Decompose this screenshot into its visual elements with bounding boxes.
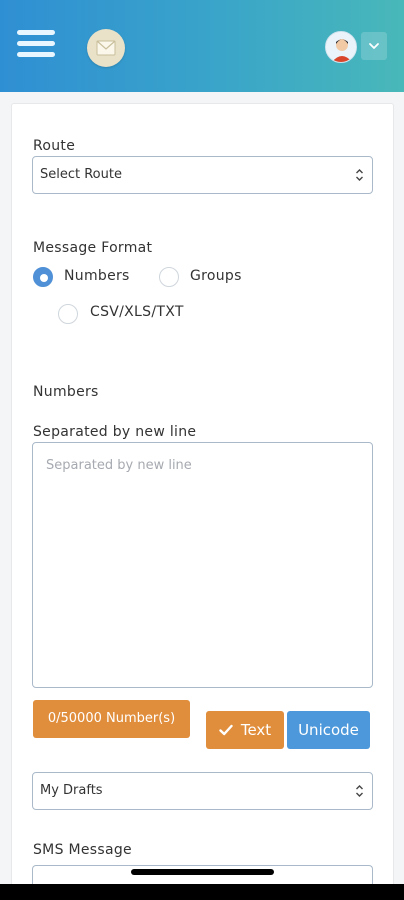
radio-numbers-label[interactable]: Numbers: [64, 268, 130, 284]
route-label: Route: [33, 138, 76, 154]
hamburger-menu-icon[interactable]: [17, 30, 55, 66]
numbers-textarea[interactable]: Separated by new line: [32, 442, 373, 688]
select-arrows-icon: [356, 169, 363, 181]
envelope-icon: [87, 29, 125, 67]
number-count-badge: 0/50000 Number(s): [33, 700, 190, 738]
route-select[interactable]: Select Route: [32, 156, 373, 194]
message-format-label: Message Format: [33, 240, 153, 256]
check-icon: [219, 724, 233, 736]
account-dropdown-button[interactable]: [361, 32, 387, 60]
numbers-section-label: Numbers: [33, 384, 99, 400]
numbers-field-label: Separated by new line: [33, 424, 197, 440]
drafts-select[interactable]: My Drafts: [32, 772, 373, 810]
radio-groups[interactable]: [159, 267, 179, 287]
radio-groups-label[interactable]: Groups: [190, 268, 242, 284]
text-encoding-label: Text: [240, 721, 272, 739]
select-arrows-icon: [356, 785, 363, 797]
app-header: [0, 0, 404, 92]
chevron-down-icon: [369, 43, 379, 49]
radio-csv-xls-txt[interactable]: [58, 304, 78, 324]
system-bottom-bar: [0, 884, 404, 900]
numbers-placeholder: Separated by new line: [46, 458, 192, 473]
radio-numbers[interactable]: [33, 267, 53, 287]
radio-csv-xls-txt-label[interactable]: CSV/XLS/TXT: [90, 304, 184, 320]
drafts-select-value: My Drafts: [40, 783, 103, 798]
unicode-encoding-button[interactable]: Unicode: [287, 711, 370, 749]
text-encoding-button[interactable]: Text: [206, 711, 284, 749]
home-indicator[interactable]: [131, 869, 274, 875]
route-select-value: Select Route: [40, 167, 122, 182]
user-avatar-icon[interactable]: [325, 31, 357, 63]
sms-message-label: SMS Message: [33, 842, 132, 858]
